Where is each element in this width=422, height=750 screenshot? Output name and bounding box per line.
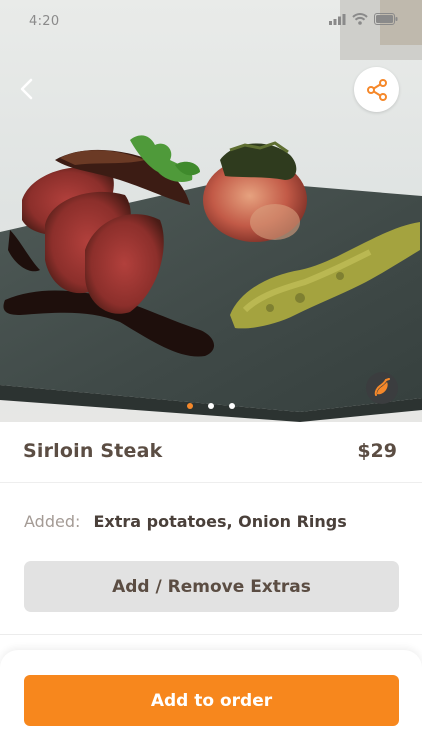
status-bar: 4:20	[0, 0, 422, 44]
chevron-left-icon	[20, 78, 33, 100]
carousel-dot[interactable]	[187, 403, 193, 409]
add-to-order-button[interactable]: Add to order	[24, 675, 399, 726]
added-value: Extra potatoes, Onion Rings	[93, 512, 347, 531]
status-time: 4:20	[29, 14, 60, 29]
signal-icon	[329, 13, 346, 25]
bottom-action-bar: Add to order	[0, 650, 422, 750]
carousel-dot[interactable]	[229, 403, 235, 409]
carousel-dot[interactable]	[208, 403, 214, 409]
image-carousel-dots[interactable]	[187, 403, 235, 409]
share-button[interactable]	[354, 67, 399, 112]
battery-icon	[374, 13, 398, 25]
product-name: Sirloin Steak	[23, 440, 163, 462]
chili-pepper-icon	[374, 378, 390, 396]
added-label: Added:	[24, 512, 81, 531]
divider	[0, 634, 422, 635]
spicy-badge	[366, 372, 398, 404]
hero-food-image[interactable]	[0, 0, 422, 422]
product-header: Sirloin Steak $29	[0, 422, 422, 483]
status-icons	[329, 13, 398, 25]
added-extras-row: Added: Extra potatoes, Onion Rings	[24, 512, 347, 531]
share-icon	[366, 78, 387, 101]
back-button[interactable]	[12, 72, 42, 106]
add-remove-extras-button[interactable]: Add / Remove Extras	[24, 561, 399, 612]
product-price: $29	[357, 440, 397, 462]
wifi-icon	[352, 13, 368, 25]
